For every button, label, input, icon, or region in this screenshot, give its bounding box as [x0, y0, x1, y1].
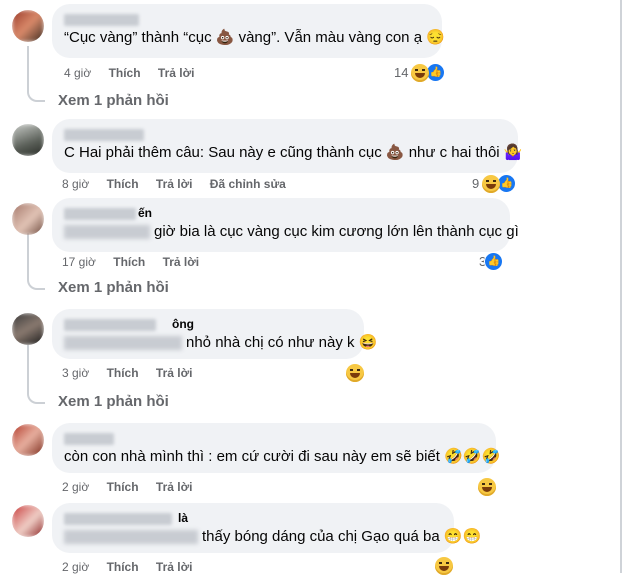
comment-text: thấy bóng dáng của chị Gạo quá ba 😁😁	[64, 527, 481, 547]
reactions-summary[interactable]: 9 👍	[472, 174, 517, 193]
haha-reaction-icon	[346, 364, 364, 382]
comment-actions: 8 giờ Thích Trả lời Đã chỉnh sửa	[62, 177, 300, 191]
reply-button[interactable]: Trả lời	[156, 366, 193, 380]
comment-bubble: ến giờ bia là cục vàng cục kim cương lớn…	[52, 198, 519, 252]
avatar[interactable]	[12, 10, 44, 42]
reply-button[interactable]: Trả lời	[156, 560, 193, 574]
comment-actions: 17 giờ Thích Trả lời	[62, 255, 213, 269]
comment-bubble: “Cục vàng” thành “cục 💩 vàng”. Vẫn màu v…	[52, 4, 445, 58]
commenter-name[interactable]	[64, 431, 484, 447]
commenter-name[interactable]: ông	[64, 317, 352, 333]
avatar[interactable]	[12, 313, 44, 345]
like-reaction-icon: 👍	[484, 252, 504, 271]
haha-reaction-icon	[478, 478, 496, 496]
thread-connector	[27, 80, 45, 102]
reactions-summary[interactable]	[346, 364, 364, 382]
comment-time[interactable]: 3 giờ	[62, 366, 89, 380]
comment-time[interactable]: 17 giờ	[62, 255, 96, 269]
avatar[interactable]	[12, 505, 44, 537]
view-replies-link[interactable]: Xem 1 phản hồi	[58, 279, 169, 296]
thread-line	[27, 233, 29, 271]
like-button[interactable]: Thích	[113, 255, 145, 269]
haha-reaction-icon	[482, 174, 501, 193]
comment-bubble: còn con nhà mình thì : em cứ cười đi sau…	[52, 423, 501, 473]
thread-line	[27, 345, 29, 385]
avatar[interactable]	[12, 203, 44, 235]
view-replies-link[interactable]: Xem 1 phản hồi	[58, 393, 169, 410]
like-button[interactable]: Thích	[109, 66, 141, 80]
reply-button[interactable]: Trả lời	[156, 480, 193, 494]
comment-time[interactable]: 4 giờ	[64, 66, 91, 80]
thread-connector	[27, 384, 45, 404]
comment-actions: 3 giờ Thích Trả lời	[62, 366, 206, 380]
like-button[interactable]: Thích	[107, 480, 139, 494]
thread-connector	[27, 270, 45, 290]
reactions-summary[interactable]: 3 👍	[479, 252, 504, 271]
commenter-name[interactable]: là	[64, 511, 442, 527]
avatar[interactable]	[12, 124, 44, 156]
like-reaction-icon: 👍	[426, 63, 446, 82]
comment-text: còn con nhà mình thì : em cứ cười đi sau…	[64, 448, 501, 465]
view-replies-link[interactable]: Xem 1 phản hồi	[58, 92, 169, 109]
avatar[interactable]	[12, 424, 44, 456]
comment-actions: 2 giờ Thích Trả lời	[62, 480, 206, 494]
commenter-name[interactable]: ến	[64, 206, 498, 222]
commenter-name[interactable]	[64, 12, 430, 28]
commenter-name[interactable]	[64, 127, 506, 143]
like-reaction-icon: 👍	[497, 174, 517, 193]
like-button[interactable]: Thích	[107, 366, 139, 380]
comment-actions: 4 giờ Thích Trả lời	[64, 66, 208, 80]
reply-button[interactable]: Trả lời	[158, 66, 195, 80]
comment-bubble: là thấy bóng dáng của chị Gạo quá ba 😁😁	[52, 503, 481, 553]
comment-bubble: C Hai phải thêm câu: Sau này e cũng thàn…	[52, 119, 523, 173]
reactions-summary[interactable]	[478, 478, 496, 496]
comment-text: C Hai phải thêm câu: Sau này e cũng thàn…	[64, 144, 523, 161]
reply-button[interactable]: Trả lời	[156, 177, 193, 191]
comment-time[interactable]: 8 giờ	[62, 177, 89, 191]
comment-bubble: ông nhỏ nhà chị có như này k 😆	[52, 309, 377, 359]
comment-text: giờ bia là cục vàng cục kim cương lớn lê…	[64, 222, 519, 242]
comment-text: nhỏ nhà chị có như này k 😆	[64, 333, 377, 353]
edited-label[interactable]: Đã chỉnh sửa	[210, 177, 286, 191]
reactions-summary[interactable]	[435, 557, 453, 575]
reaction-count: 9	[472, 176, 480, 191]
haha-reaction-icon	[435, 557, 453, 575]
comment-text: “Cục vàng” thành “cục 💩 vàng”. Vẫn màu v…	[64, 29, 445, 46]
reaction-count: 14	[394, 65, 409, 80]
reply-button[interactable]: Trả lời	[163, 255, 200, 269]
comment-time[interactable]: 2 giờ	[62, 480, 89, 494]
comment-time[interactable]: 2 giờ	[62, 560, 89, 574]
haha-reaction-icon	[411, 63, 430, 82]
comment-actions: 2 giờ Thích Trả lời	[62, 560, 206, 574]
like-button[interactable]: Thích	[107, 560, 139, 574]
like-button[interactable]: Thích	[107, 177, 139, 191]
reactions-summary[interactable]: 14 👍	[394, 63, 446, 82]
